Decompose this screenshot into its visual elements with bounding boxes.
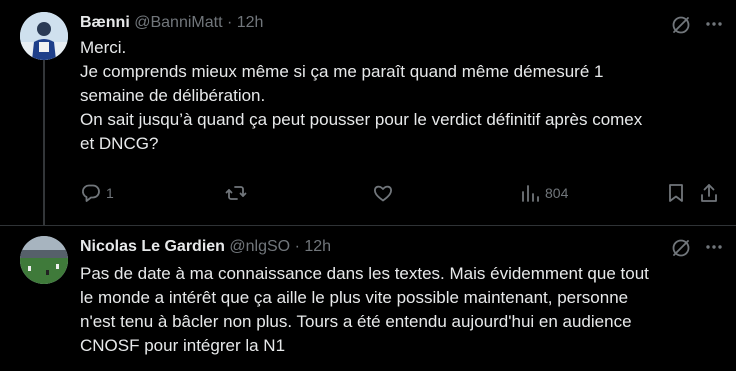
like-icon bbox=[374, 185, 392, 202]
views-button[interactable]: 804 bbox=[519, 181, 568, 205]
tweet-line: n'est tenu à bâcler non plus. Tours a ét… bbox=[80, 312, 632, 331]
tweet-line: On sait jusqu’à quand ça peut pousser po… bbox=[80, 110, 643, 129]
share-button[interactable] bbox=[698, 181, 720, 205]
reply-icon bbox=[82, 184, 100, 202]
tweet-text: Pas de date à ma connaissance dans les t… bbox=[80, 262, 720, 358]
tweet-line: et DNCG? bbox=[80, 134, 159, 153]
share-icon bbox=[701, 184, 717, 202]
action-bar: 1 804 bbox=[80, 181, 720, 205]
tweet-line: Pas de date à ma connaissance dans les t… bbox=[80, 264, 649, 283]
views-count: 804 bbox=[545, 185, 569, 201]
separator-dot: · bbox=[226, 14, 233, 31]
avatar[interactable] bbox=[20, 12, 68, 60]
timestamp[interactable]: 12h bbox=[304, 238, 331, 255]
avatar[interactable] bbox=[20, 236, 68, 284]
reply-count: 1 bbox=[106, 185, 114, 201]
tweet-line: semaine de délibération. bbox=[80, 86, 266, 105]
user-handle[interactable]: @BanniMatt bbox=[134, 14, 222, 31]
display-name[interactable]: Bænni bbox=[80, 14, 130, 31]
tweet-text: Merci. Je comprends mieux même si ça me … bbox=[80, 36, 720, 156]
tweet-header: Nicolas Le Gardien @nlgSO · 12h bbox=[80, 237, 331, 257]
reply-button[interactable]: 1 bbox=[80, 181, 114, 205]
grok-icon[interactable] bbox=[670, 237, 692, 264]
tweet[interactable]: Bænni @BanniMatt · 12h Merci. Je compren… bbox=[0, 0, 736, 225]
retweet-icon bbox=[225, 186, 247, 200]
separator-dot: · bbox=[294, 238, 300, 255]
tweet-line: CNOSF pour intégrer la N1 bbox=[80, 336, 286, 355]
tweet-line: Je comprends mieux même si ça me paraît … bbox=[80, 62, 604, 81]
thread-connector bbox=[43, 60, 45, 225]
user-handle[interactable]: @nlgSO bbox=[229, 238, 290, 255]
like-button[interactable] bbox=[372, 181, 398, 205]
tweet-line: le monde a intérêt que ça aille le plus … bbox=[80, 288, 629, 307]
tweet-header: Bænni @BanniMatt · 12h bbox=[80, 13, 263, 33]
views-icon bbox=[522, 185, 539, 202]
more-icon[interactable] bbox=[704, 237, 724, 262]
timestamp[interactable]: 12h bbox=[237, 14, 264, 31]
tweet-line: Merci. bbox=[80, 38, 127, 57]
tweet[interactable]: Nicolas Le Gardien @nlgSO · 12h Pas de d… bbox=[0, 226, 736, 371]
bookmark-icon bbox=[669, 184, 683, 202]
retweet-button[interactable] bbox=[225, 181, 251, 205]
display-name[interactable]: Nicolas Le Gardien bbox=[80, 238, 225, 255]
bookmark-button[interactable] bbox=[665, 181, 687, 205]
